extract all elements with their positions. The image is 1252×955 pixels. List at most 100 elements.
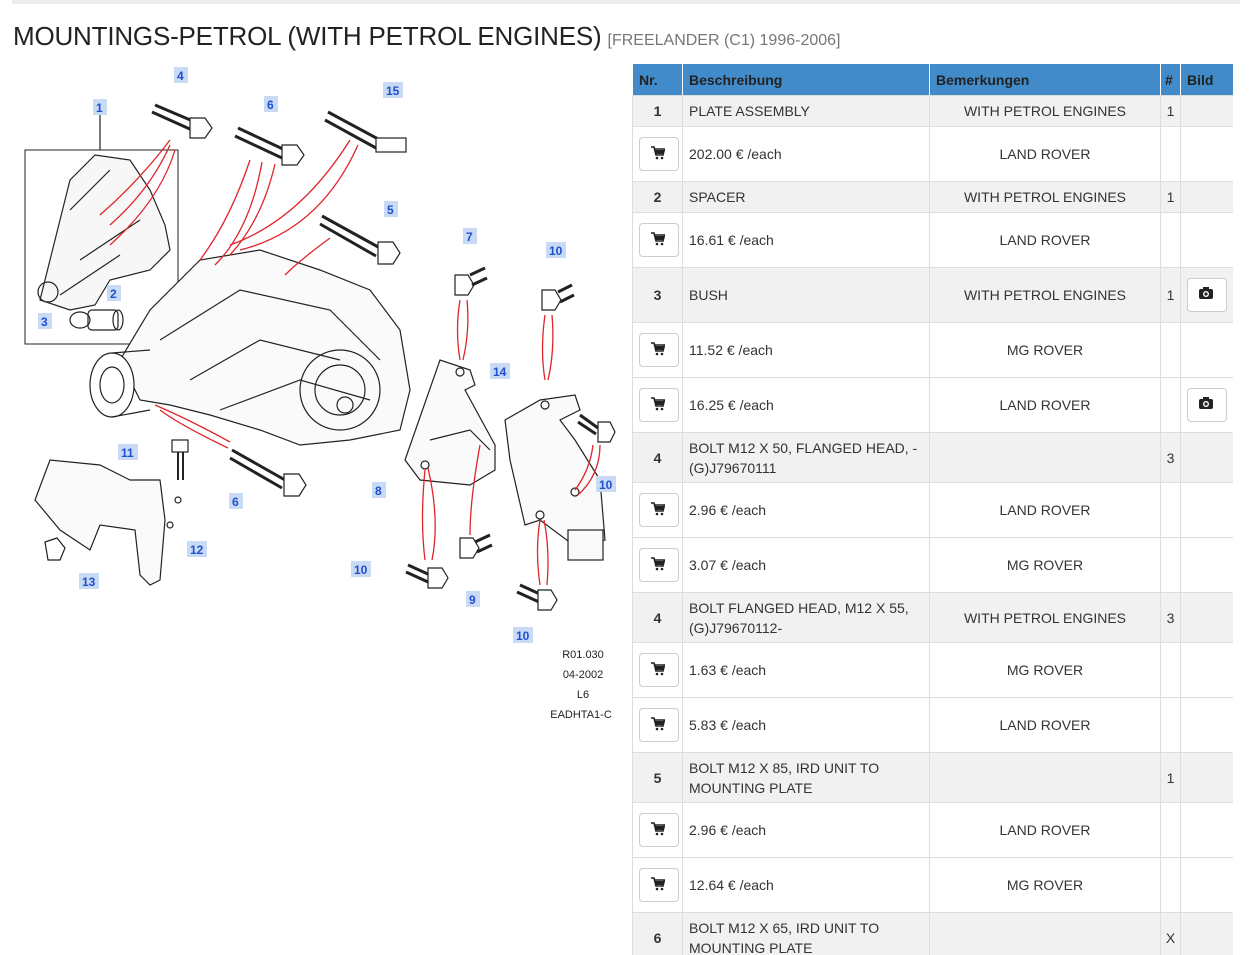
offer-row: 202.00 € /each LAND ROVER bbox=[632, 126, 1233, 182]
parts-table-container: Nr. Beschreibung Bemerkungen # Bild 1 PLA… bbox=[632, 63, 1233, 955]
cart-cell bbox=[632, 377, 683, 433]
part-row: 4 BOLT FLANGED HEAD, M12 X 55, (G)J796701… bbox=[632, 592, 1233, 643]
offer-price: 16.25 € /each bbox=[682, 377, 930, 433]
callout-6-top[interactable]: 6 bbox=[267, 98, 274, 112]
part-remark: WITH PETROL ENGINES bbox=[929, 181, 1161, 213]
add-to-cart-button[interactable] bbox=[639, 548, 679, 582]
callout-15[interactable]: 15 bbox=[386, 84, 400, 98]
part-quantity: 1 bbox=[1160, 752, 1181, 803]
callout-7[interactable]: 8 bbox=[375, 484, 382, 498]
callout-10-right[interactable]: 10 bbox=[599, 478, 613, 492]
part-description: BOLT M12 X 50, FLANGED HEAD, -(G)J796701… bbox=[689, 439, 918, 476]
part-description: BOLT M12 X 65, IRD UNIT TO MOUNTING PLAT… bbox=[689, 919, 880, 955]
part-number: 5 bbox=[632, 752, 683, 803]
part-number: 3 bbox=[632, 267, 683, 323]
col-remarks[interactable]: Bemerkungen bbox=[929, 63, 1161, 96]
offer-brand: MG ROVER bbox=[929, 857, 1161, 913]
offer-row: 11.52 € /each MG ROVER bbox=[632, 322, 1233, 378]
col-image[interactable]: Bild bbox=[1180, 63, 1233, 96]
cart-icon bbox=[651, 662, 665, 676]
offer-brand: MG ROVER bbox=[929, 322, 1161, 378]
cart-icon bbox=[651, 822, 665, 836]
callout-4[interactable]: 4 bbox=[177, 69, 184, 83]
callout-1[interactable]: 1 bbox=[96, 101, 103, 115]
part-number: 6 bbox=[632, 912, 683, 955]
cart-icon bbox=[651, 397, 665, 411]
cart-cell bbox=[632, 642, 683, 698]
diagram-code: EADHTA1-C bbox=[550, 709, 612, 721]
callout-2[interactable]: 2 bbox=[110, 287, 117, 301]
cart-cell bbox=[632, 857, 683, 913]
offer-price: 202.00 € /each bbox=[682, 126, 930, 182]
offer-qty bbox=[1160, 802, 1181, 858]
add-to-cart-button[interactable] bbox=[639, 223, 679, 257]
callout-5[interactable]: 5 bbox=[387, 203, 394, 217]
image-cell bbox=[1180, 697, 1233, 753]
offer-brand: LAND ROVER bbox=[929, 802, 1161, 858]
offer-qty bbox=[1160, 482, 1181, 538]
image-cell bbox=[1180, 126, 1233, 182]
image-cell bbox=[1180, 752, 1233, 803]
add-to-cart-button[interactable] bbox=[639, 333, 679, 367]
table-body: 1 PLATE ASSEMBLY WITH PETROL ENGINES 1 202.0… bbox=[632, 95, 1233, 955]
part-remark bbox=[929, 432, 1161, 483]
parts-diagram: 4 1 6 15 5 2 3 7 10 14 11 6 8 10 12 13 1… bbox=[0, 60, 625, 740]
vehicle-subtitle: [FREELANDER (C1) 1996-2006] bbox=[607, 32, 841, 49]
image-cell bbox=[1180, 181, 1233, 213]
cart-cell bbox=[632, 697, 683, 753]
add-to-cart-button[interactable] bbox=[639, 708, 679, 742]
offer-qty bbox=[1160, 212, 1181, 268]
offer-price: 16.61 € /each bbox=[682, 212, 930, 268]
offer-qty bbox=[1160, 642, 1181, 698]
offer-row: 2.96 € /each LAND ROVER bbox=[632, 482, 1233, 538]
top-divider bbox=[12, 0, 1240, 4]
offer-brand: LAND ROVER bbox=[929, 126, 1161, 182]
part-quantity: X bbox=[1160, 912, 1181, 955]
offer-row: 16.61 € /each LAND ROVER bbox=[632, 212, 1233, 268]
add-to-cart-button[interactable] bbox=[639, 137, 679, 171]
image-cell bbox=[1180, 802, 1233, 858]
cart-cell bbox=[632, 322, 683, 378]
add-to-cart-button[interactable] bbox=[639, 653, 679, 687]
offer-row: 5.83 € /each LAND ROVER bbox=[632, 697, 1233, 753]
offer-qty bbox=[1160, 377, 1181, 433]
col-description[interactable]: Beschreibung bbox=[682, 63, 930, 96]
callout-10-bottom-left[interactable]: 10 bbox=[354, 563, 368, 577]
callout-11[interactable]: 11 bbox=[121, 446, 134, 460]
part-row: 6 BOLT M12 X 65, IRD UNIT TO MOUNTING PLA… bbox=[632, 912, 1233, 955]
add-to-cart-button[interactable] bbox=[639, 868, 679, 902]
image-cell bbox=[1180, 212, 1233, 268]
callout-12[interactable]: 12 bbox=[190, 543, 204, 557]
table-header: Nr. Beschreibung Bemerkungen # Bild bbox=[632, 63, 1233, 96]
image-cell bbox=[1180, 592, 1233, 643]
callout-3[interactable]: 3 bbox=[41, 315, 48, 329]
photo-button[interactable] bbox=[1187, 278, 1227, 312]
part-row: 1 PLATE ASSEMBLY WITH PETROL ENGINES 1 bbox=[632, 95, 1233, 127]
offer-brand: MG ROVER bbox=[929, 537, 1161, 593]
part-description: BOLT M12 X 85, IRD UNIT TO MOUNTING PLAT… bbox=[689, 759, 880, 796]
photo-button[interactable] bbox=[1187, 388, 1227, 422]
callout-13[interactable]: 13 bbox=[82, 575, 96, 589]
image-cell bbox=[1180, 857, 1233, 913]
col-qty[interactable]: # bbox=[1160, 63, 1181, 96]
offer-price: 2.96 € /each bbox=[682, 482, 930, 538]
add-to-cart-button[interactable] bbox=[639, 493, 679, 527]
callout-9[interactable]: 9 bbox=[469, 593, 476, 607]
callout-10-bottom[interactable]: 10 bbox=[516, 629, 530, 643]
callout-6-bottom[interactable]: 6 bbox=[232, 495, 239, 509]
callout-14[interactable]: 14 bbox=[493, 365, 507, 379]
offer-qty bbox=[1160, 857, 1181, 913]
page-title: MOUNTINGS-PETROL (WITH PETROL ENGINES) [F… bbox=[13, 21, 840, 52]
add-to-cart-button[interactable] bbox=[639, 388, 679, 422]
part-quantity: 1 bbox=[1160, 267, 1181, 323]
offer-row: 2.96 € /each LAND ROVER bbox=[632, 802, 1233, 858]
parts-table: Nr. Beschreibung Bemerkungen # Bild 1 PLA… bbox=[632, 63, 1233, 955]
part-remark bbox=[929, 912, 1161, 955]
diagram-variant: L6 bbox=[577, 689, 589, 701]
add-to-cart-button[interactable] bbox=[639, 813, 679, 847]
col-nr[interactable]: Nr. bbox=[632, 63, 683, 96]
callout-8[interactable]: 7 bbox=[466, 230, 473, 244]
cart-icon bbox=[651, 342, 665, 356]
page-title-text: MOUNTINGS-PETROL (WITH PETROL ENGINES) bbox=[13, 21, 602, 51]
callout-10-top[interactable]: 10 bbox=[549, 244, 563, 258]
